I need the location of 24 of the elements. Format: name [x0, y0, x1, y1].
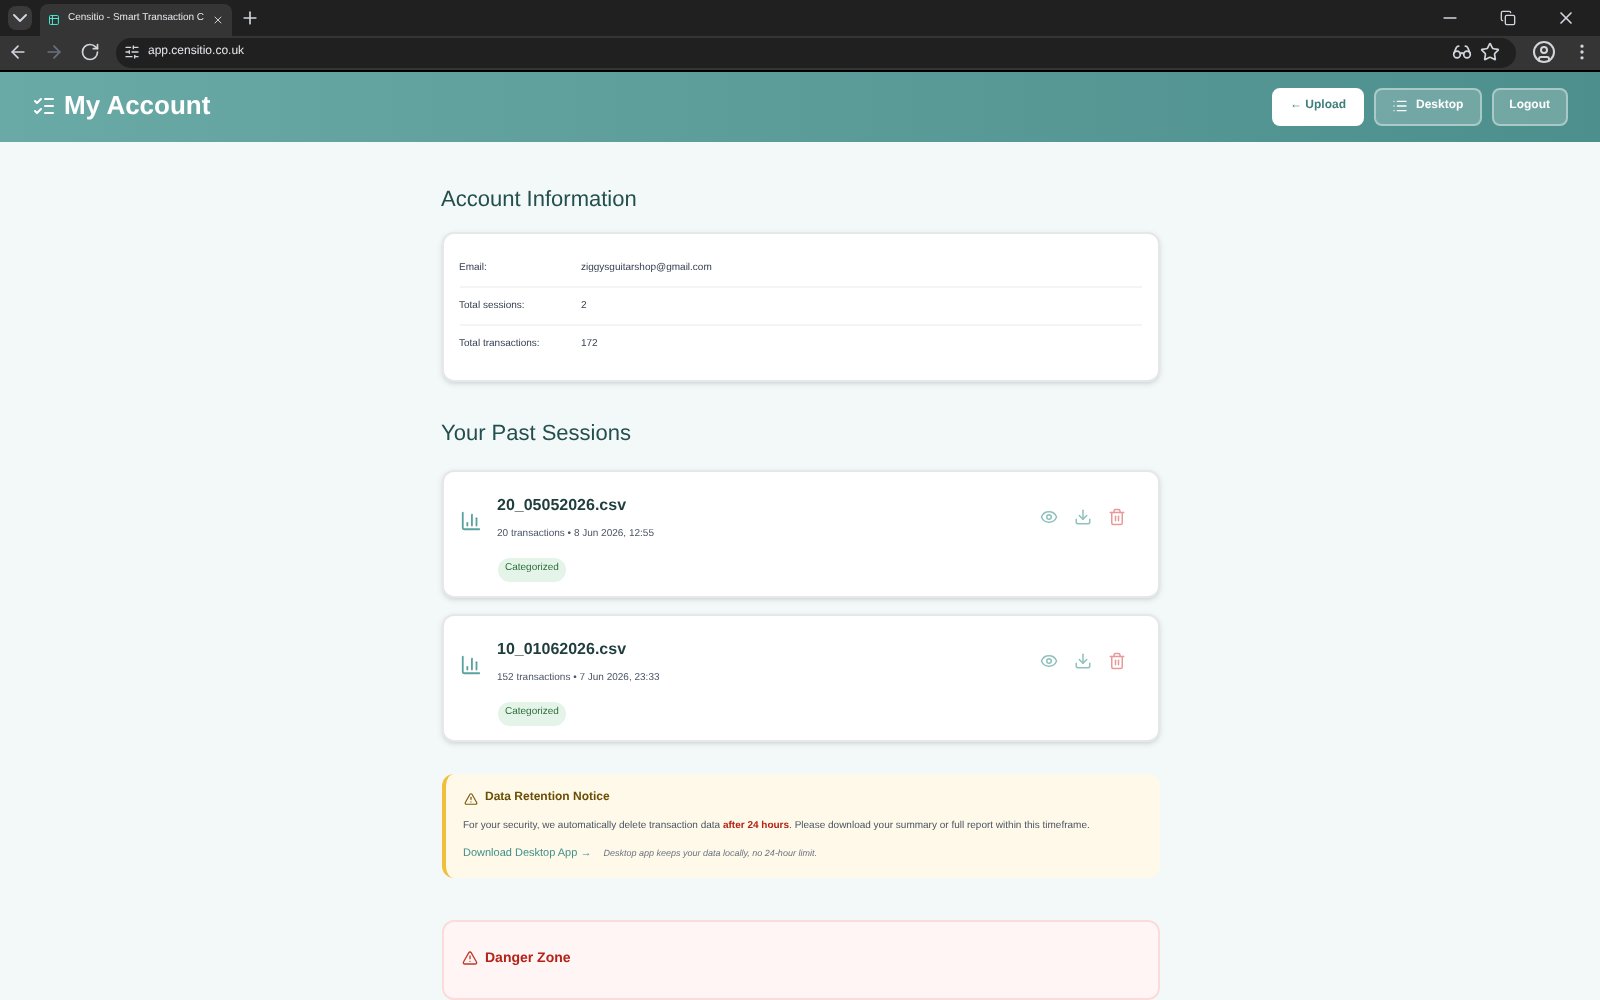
bookmark-icon[interactable]: [1480, 42, 1500, 63]
list-icon: [1392, 98, 1408, 115]
glasses-icon[interactable]: [1452, 42, 1472, 63]
section-heading: Account Information: [441, 185, 639, 216]
close-window-icon[interactable]: [1556, 8, 1576, 28]
forward-icon[interactable]: [44, 42, 64, 63]
reload-icon[interactable]: [80, 42, 100, 63]
tab-list-icon[interactable]: [8, 6, 32, 30]
session-filename[interactable]: 20_05052026.csv: [497, 493, 1039, 518]
session-filename[interactable]: 10_01062026.csv: [497, 637, 1039, 662]
new-tab-icon[interactable]: [240, 8, 260, 28]
page-title: My Account: [64, 88, 211, 125]
warning-icon: [463, 791, 477, 806]
restore-icon[interactable]: [1500, 10, 1516, 26]
bar-chart-icon: [459, 509, 481, 532]
warning-icon: [461, 950, 477, 966]
checklist-icon: [32, 94, 56, 119]
tab-favicon-icon: [48, 12, 60, 28]
site-info-icon[interactable]: [124, 44, 140, 61]
section-heading: Your Past Sessions: [441, 420, 633, 451]
close-tab-icon[interactable]: [212, 12, 224, 28]
profile-icon[interactable]: [1532, 40, 1556, 65]
back-icon[interactable]: [8, 42, 28, 63]
bar-chart-icon: [459, 653, 481, 676]
